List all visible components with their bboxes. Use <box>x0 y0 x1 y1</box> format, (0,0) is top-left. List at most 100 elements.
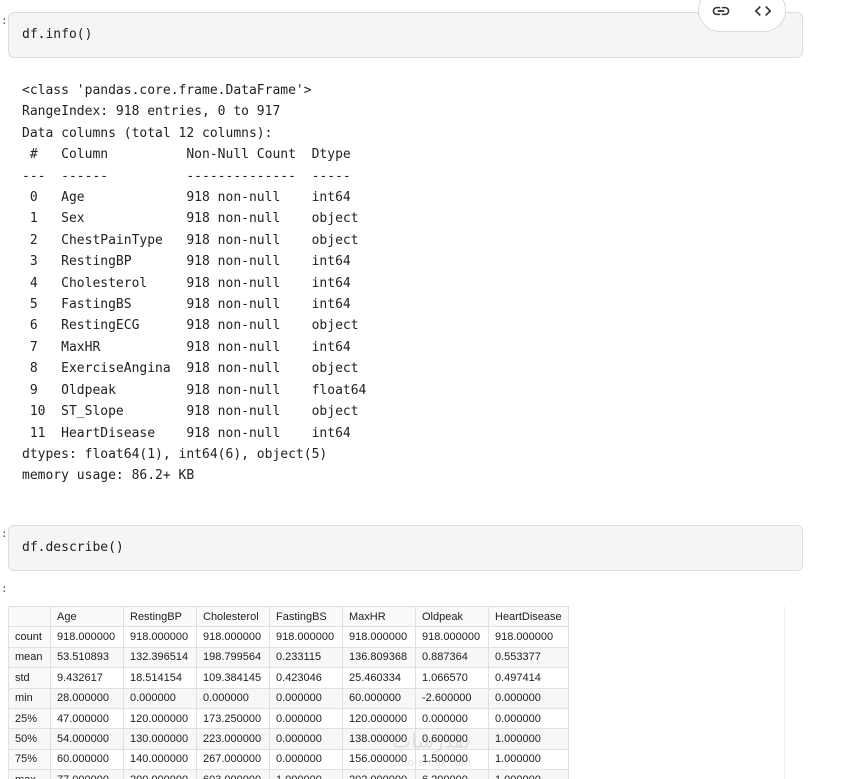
table-cell: 0.497414 <box>488 667 569 689</box>
table-cell: 198.799564 <box>196 646 270 669</box>
table-cell: 60.000000 <box>342 687 416 709</box>
row-label: min <box>8 687 51 709</box>
output-prompt-marker: : <box>1 582 8 595</box>
info-code-text[interactable]: df.info() <box>22 27 92 42</box>
table-row: count 918.000000 918.000000 918.000000 918.0… <box>8 626 569 648</box>
table-cell: 53.510893 <box>50 646 124 669</box>
output-line: 3 RestingBP 918 non-null int64 <box>22 254 367 270</box>
row-label: max <box>8 769 51 779</box>
table-cell: 0.000000 <box>123 687 197 709</box>
table-cell: 136.809368 <box>342 646 416 669</box>
table-cell: 918.000000 <box>196 626 270 648</box>
column-header: FastingBS <box>269 605 343 628</box>
output-line: 9 Oldpeak 918 non-null float64 <box>22 382 367 398</box>
info-code-cell[interactable]: df.info() <box>8 12 803 58</box>
output-line: 7 MaxHR 918 non-null int64 <box>22 339 367 355</box>
output-line: dtypes: float64(1), int64(6), object(5) <box>22 446 328 462</box>
index-header <box>8 605 51 628</box>
table-cell: 0.000000 <box>269 728 343 750</box>
copy-link-button[interactable] <box>709 0 733 23</box>
row-label: mean <box>8 646 51 669</box>
row-label: std <box>8 667 51 689</box>
table-cell: 223.000000 <box>196 728 270 750</box>
table-cell: 1.000000 <box>488 728 569 750</box>
table-cell: 0.000000 <box>269 748 343 771</box>
table-cell: 0.000000 <box>196 687 270 709</box>
output-line: 5 FastingBS 918 non-null int64 <box>22 297 367 313</box>
table-cell: 28.000000 <box>50 687 124 709</box>
table-cell: 132.396514 <box>123 646 197 669</box>
watermark-text: نقدرشاپ <box>392 729 470 753</box>
output-line: 8 ExerciseAngina 918 non-null object <box>22 361 367 377</box>
link-icon <box>712 6 730 16</box>
table-cell: 0.000000 <box>269 707 343 730</box>
column-header: Oldpeak <box>415 605 489 628</box>
watermark-logo: نقدرشاپ onlo-shop.com <box>390 729 471 769</box>
table-cell: 54.000000 <box>50 728 124 750</box>
describe-code-cell[interactable]: df.describe() <box>8 525 803 571</box>
cell-toolbar <box>698 0 786 32</box>
cell-prompt-marker: : <box>1 527 8 540</box>
table-cell: 109.384145 <box>196 667 270 689</box>
output-line: 6 RestingECG 918 non-null object <box>22 318 367 334</box>
table-cell: 918.000000 <box>50 626 124 648</box>
table-cell: -2.600000 <box>415 687 489 709</box>
output-line: 4 Cholesterol 918 non-null int64 <box>22 275 367 291</box>
table-cell: 0.000000 <box>269 687 343 709</box>
describe-code-text[interactable]: df.describe() <box>22 540 124 555</box>
table-cell: 77.000000 <box>50 769 124 779</box>
table-cell: 0.000000 <box>488 707 569 730</box>
table-cell: 130.000000 <box>123 728 197 750</box>
row-label: 25% <box>8 707 51 730</box>
table-cell: 18.514154 <box>123 667 197 689</box>
table-cell: 918.000000 <box>488 626 569 648</box>
column-header: MaxHR <box>342 605 416 628</box>
output-line: Data columns (total 12 columns): <box>22 125 273 141</box>
table-cell: 918.000000 <box>123 626 197 648</box>
column-header: RestingBP <box>123 605 197 628</box>
output-line: 0 Age 918 non-null int64 <box>22 190 367 206</box>
table-cell: 9.432617 <box>50 667 124 689</box>
table-cell: 918.000000 <box>269 626 343 648</box>
column-header: HeartDisease <box>488 605 569 628</box>
code-icon <box>754 6 772 16</box>
table-cell: 0.423046 <box>269 667 343 689</box>
table-cell: 173.250000 <box>196 707 270 730</box>
table-cell: 60.000000 <box>50 748 124 771</box>
table-cell: 1.000000 <box>488 748 569 771</box>
output-line: memory usage: 86.2+ KB <box>22 468 195 484</box>
notebook-page: : df.info() <class 'pandas.core.frame.Da… <box>0 0 853 779</box>
output-line: # Column Non-Null Count Dtype <box>22 147 367 163</box>
table-cell: 918.000000 <box>342 626 416 648</box>
output-line: RangeIndex: 918 entries, 0 to 917 <box>22 104 281 120</box>
table-cell: 1.000000 <box>488 769 569 779</box>
table-cell: 25.460334 <box>342 667 416 689</box>
output-line: <class 'pandas.core.frame.DataFrame'> <box>22 83 312 98</box>
output-line: 10 ST_Slope 918 non-null object <box>22 404 367 420</box>
table-cell: 1.066570 <box>415 667 489 689</box>
output-line: 11 HeartDisease 918 non-null int64 <box>22 425 367 441</box>
table-cell: 0.233115 <box>269 646 343 669</box>
row-label: 50% <box>8 728 51 750</box>
table-header-row: Age RestingBP Cholesterol FastingBS MaxHR Old… <box>8 605 569 628</box>
table-cell: 918.000000 <box>415 626 489 648</box>
info-output: <class 'pandas.core.frame.DataFrame'> Ra… <box>22 80 366 487</box>
table-cell: 1.000000 <box>269 769 343 779</box>
table-cell: 200.000000 <box>123 769 197 779</box>
output-line: --- ------ -------------- ----- <box>22 168 367 184</box>
output-line: 1 Sex 918 non-null object <box>22 211 367 227</box>
row-label: 75% <box>8 748 51 771</box>
table-cell: 0.000000 <box>488 687 569 709</box>
table-cell: 603.000000 <box>196 769 270 779</box>
column-header: Age <box>50 605 124 628</box>
table-cell: 0.553377 <box>488 646 569 669</box>
cell-prompt-marker: : <box>1 14 8 27</box>
table-cell: 120.000000 <box>123 707 197 730</box>
table-cell: 47.000000 <box>50 707 124 730</box>
table-cell: 140.000000 <box>123 748 197 771</box>
view-code-button[interactable] <box>751 0 775 23</box>
table-row: min 28.000000 0.000000 0.000000 0.000000 60.0… <box>8 687 569 709</box>
column-header: Cholesterol <box>196 605 270 628</box>
watermark-subtext: onlo-shop.com <box>390 756 471 769</box>
table-cell: 267.000000 <box>196 748 270 771</box>
